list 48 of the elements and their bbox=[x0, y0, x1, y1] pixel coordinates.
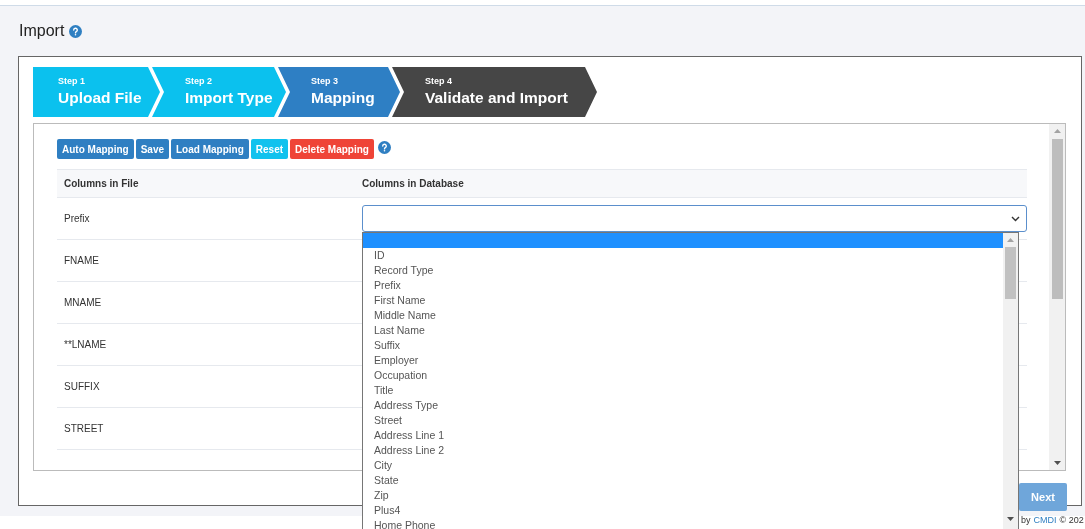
table-cell-text: Prefix bbox=[63, 212, 91, 226]
dropdown-option[interactable]: Last Name bbox=[363, 323, 1003, 338]
dropdown-option[interactable]: Occupation bbox=[363, 368, 1003, 383]
dropdown-option[interactable]: ID bbox=[363, 248, 1003, 263]
wizard-step[interactable]: Step 3 Mapping bbox=[278, 67, 400, 117]
dropdown-option[interactable]: Middle Name bbox=[363, 308, 1003, 323]
dropdown-option[interactable]: Address Line 2 bbox=[363, 443, 1003, 458]
column-header: Columns in File bbox=[63, 177, 140, 191]
toolbar-button[interactable]: Delete Mapping bbox=[290, 139, 374, 159]
dropdown-option[interactable]: Address Type bbox=[363, 398, 1003, 413]
toolbar-button[interactable]: Load Mapping bbox=[171, 139, 249, 159]
toolbar-button[interactable]: Save bbox=[135, 139, 169, 159]
dropdown-option[interactable]: Home Phone bbox=[363, 518, 1003, 529]
column-header: Columns in Database bbox=[362, 177, 464, 191]
table-cell-text: FNAME bbox=[63, 254, 100, 268]
dropdown-option[interactable]: City bbox=[363, 458, 1003, 473]
table-cell-text: STREET bbox=[63, 422, 105, 436]
footer-text: © 202 bbox=[1059, 514, 1084, 527]
toolbar-button[interactable]: Auto Mapping bbox=[57, 139, 134, 159]
wizard-step[interactable]: Step 4 Validate and Import bbox=[392, 67, 597, 117]
table-cell-text: SUFFIX bbox=[63, 380, 101, 394]
scrollbar[interactable] bbox=[1003, 233, 1018, 529]
scroll-up-icon[interactable] bbox=[1053, 129, 1061, 133]
dropdown-option[interactable]: First Name bbox=[363, 293, 1003, 308]
dropdown-option[interactable]: Employer bbox=[363, 353, 1003, 368]
help-icon[interactable] bbox=[377, 140, 391, 154]
chevron-down-icon bbox=[1011, 215, 1020, 222]
footer-text: by bbox=[1021, 514, 1031, 527]
dropdown-option[interactable]: Prefix bbox=[363, 278, 1003, 293]
dropdown-option[interactable]: Title bbox=[363, 383, 1003, 398]
scroll-down-icon[interactable] bbox=[1053, 461, 1061, 465]
scroll-thumb[interactable] bbox=[1005, 247, 1016, 299]
table-cell-text: **LNAME bbox=[63, 338, 108, 352]
footer-link[interactable]: CMDI bbox=[1033, 514, 1057, 528]
dropdown-option[interactable]: Record Type bbox=[363, 263, 1003, 278]
scrollbar[interactable] bbox=[1049, 124, 1065, 470]
dropdown-option[interactable]: Street bbox=[363, 413, 1003, 428]
dropdown-option[interactable]: Suffix bbox=[363, 338, 1003, 353]
database-column-select[interactable] bbox=[362, 205, 1027, 232]
dropdown-option[interactable]: State bbox=[363, 473, 1003, 488]
dropdown-option[interactable]: Address Line 1 bbox=[363, 428, 1003, 443]
scroll-up-icon[interactable] bbox=[1007, 238, 1014, 242]
table-cell-text: MNAME bbox=[63, 296, 103, 310]
help-icon[interactable] bbox=[69, 24, 83, 38]
dropdown-option[interactable]: Zip bbox=[363, 488, 1003, 503]
scroll-thumb[interactable] bbox=[1051, 139, 1063, 299]
page-title: Import bbox=[19, 21, 65, 41]
dropdown-option[interactable]: Plus4 bbox=[363, 503, 1003, 518]
